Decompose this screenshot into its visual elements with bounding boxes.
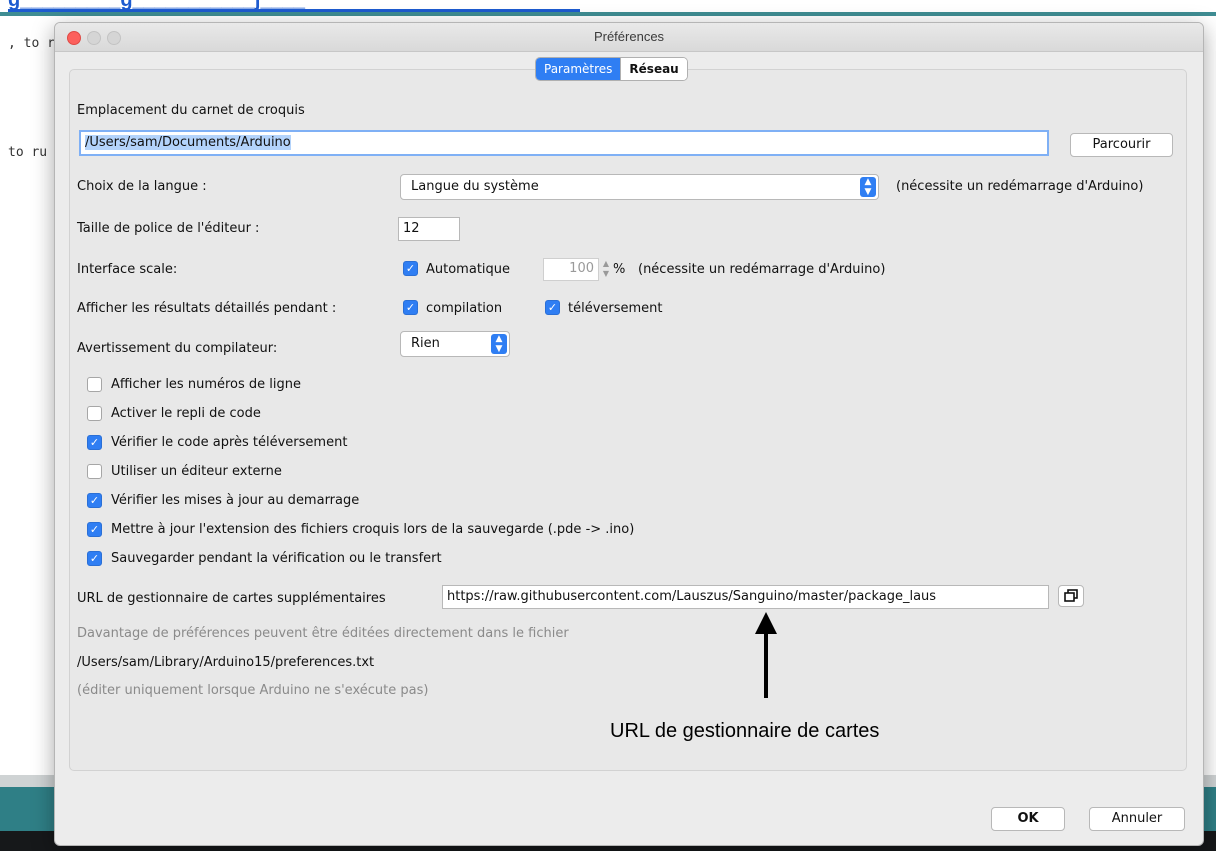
background-header-bar <box>0 12 1216 16</box>
option-label: Mettre à jour l'extension des fichiers c… <box>111 522 635 537</box>
board-urls-field[interactable]: https://raw.githubusercontent.com/Lauszu… <box>442 585 1049 609</box>
verbose-compilation-checkbox[interactable]: ✓ <box>403 300 418 315</box>
option-label: Afficher les numéros de ligne <box>111 377 301 392</box>
more-prefs-info: Davantage de préférences peuvent être éd… <box>77 626 569 641</box>
scale-unit: % <box>613 262 626 277</box>
chevron-up-down-icon: ▲ ▼ <box>860 177 876 197</box>
option-label: Vérifier le code après téléversement <box>111 435 348 450</box>
sketchbook-path-field[interactable]: /Users/sam/Documents/Arduino <box>79 130 1049 156</box>
scale-stepper[interactable]: ▲ ▼ <box>600 259 612 281</box>
option-checkbox[interactable] <box>87 377 102 392</box>
background-code-line: , to r <box>8 36 55 51</box>
option-label: Activer le repli de code <box>111 406 261 421</box>
option-label: Sauvegarder pendant la vérification ou l… <box>111 551 442 566</box>
verbose-upload-label: téléversement <box>568 301 663 316</box>
tab-reseau[interactable]: Réseau <box>620 58 687 80</box>
language-restart-note: (nécessite un redémarrage d'Arduino) <box>896 179 1144 194</box>
interface-scale-label: Interface scale: <box>77 262 178 277</box>
option-checkbox[interactable]: ✓ <box>87 551 102 566</box>
background-link[interactable]: g_________g___________j____ <box>8 0 580 12</box>
sketchbook-path-value: /Users/sam/Documents/Arduino <box>85 135 291 150</box>
annotation-arrow <box>755 612 777 698</box>
compiler-warnings-value: Rien <box>411 336 440 351</box>
auto-scale-checkbox[interactable]: ✓ <box>403 261 418 276</box>
board-urls-label: URL de gestionnaire de cartes supplément… <box>77 591 386 606</box>
tab-parametres[interactable]: Paramètres <box>536 58 621 80</box>
background-code-line: to ru <box>8 145 48 160</box>
option-checkbox[interactable] <box>87 464 102 479</box>
language-label: Choix de la langue : <box>77 179 207 194</box>
chevron-up-down-icon: ▲ ▼ <box>491 334 507 354</box>
option-checkbox[interactable] <box>87 406 102 421</box>
annotation-label: URL de gestionnaire de cartes <box>610 720 880 742</box>
language-selected-value: Langue du système <box>411 179 539 194</box>
window-title: Préférences <box>593 29 665 44</box>
ok-button[interactable]: OK <box>991 807 1065 831</box>
font-size-field[interactable]: 12 <box>398 217 460 241</box>
compiler-warnings-select[interactable]: Rien ▲ ▼ <box>400 331 510 357</box>
scale-restart-note: (nécessite un redémarrage d'Arduino) <box>638 262 886 277</box>
window-stack-icon <box>1064 589 1078 602</box>
language-select[interactable]: Langue du système ▲ ▼ <box>400 174 879 200</box>
verbose-output-label: Afficher les résultats détaillés pendant… <box>77 301 337 316</box>
font-size-label: Taille de police de l'éditeur : <box>77 221 260 236</box>
option-label: Utiliser un éditeur externe <box>111 464 282 479</box>
compiler-warnings-label: Avertissement du compilateur: <box>77 341 278 356</box>
option-checkbox[interactable]: ✓ <box>87 493 102 508</box>
cancel-button[interactable]: Annuler <box>1089 807 1185 831</box>
edit-urls-button[interactable] <box>1058 585 1084 607</box>
title-bar[interactable]: Préférences <box>55 23 1203 52</box>
option-label: Vérifier les mises à jour au demarrage <box>111 493 360 508</box>
tab-bar: Paramètres Réseau <box>535 57 688 81</box>
verbose-compilation-label: compilation <box>426 301 503 316</box>
scale-percent-field[interactable]: 100 <box>543 258 599 281</box>
verbose-upload-checkbox[interactable]: ✓ <box>545 300 560 315</box>
auto-scale-label: Automatique <box>426 262 511 277</box>
edit-warning-info: (éditer uniquement lorsque Arduino ne s'… <box>77 683 429 698</box>
preferences-file-path: /Users/sam/Library/Arduino15/preferences… <box>77 655 375 670</box>
sketchbook-label: Emplacement du carnet de croquis <box>77 103 305 118</box>
option-checkbox[interactable]: ✓ <box>87 522 102 537</box>
browse-button[interactable]: Parcourir <box>1070 133 1173 157</box>
option-checkbox[interactable]: ✓ <box>87 435 102 450</box>
